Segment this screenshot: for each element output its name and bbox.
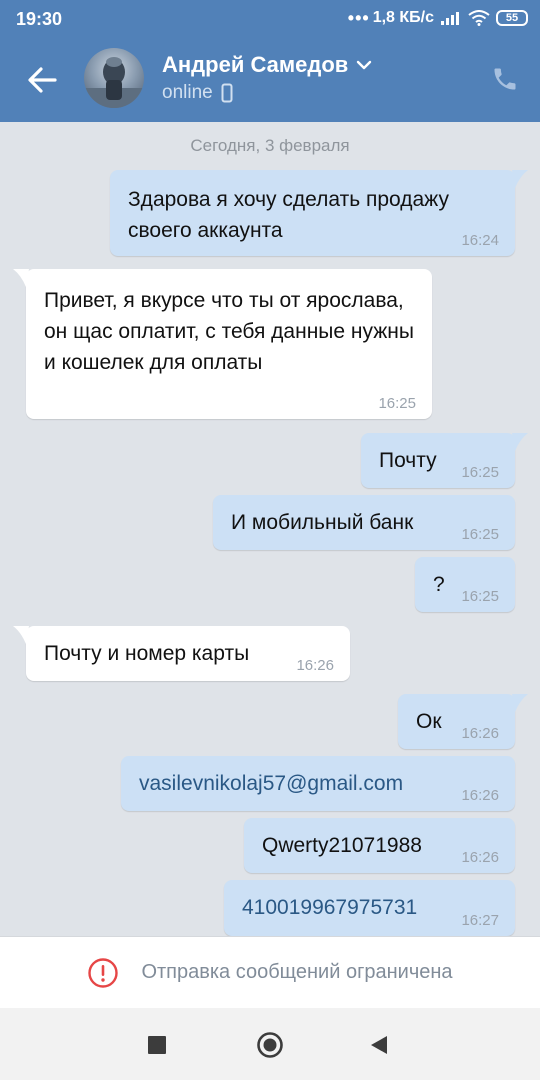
message-outgoing[interactable]: 410019967975731 16:27	[224, 880, 515, 936]
bubble-tail	[512, 170, 528, 188]
message-time: 16:27	[461, 912, 499, 929]
number-link[interactable]: 410019967975731	[242, 896, 417, 919]
system-navigation-bar	[0, 1008, 540, 1080]
dots-icon: •••	[347, 8, 370, 28]
message-text: Здарова я хочу сделать продажу своего ак…	[128, 188, 449, 242]
message-text: И мобильный банк	[231, 511, 414, 534]
triangle-back-icon	[371, 1036, 387, 1054]
status-time: 19:30	[16, 9, 63, 29]
recents-button[interactable]	[148, 1036, 166, 1059]
message-time: 16:25	[461, 588, 499, 605]
message-time: 16:26	[461, 725, 499, 742]
app-header: 19:30 ••• 1,8 КБ/с 55 Андрей Самедов onl…	[0, 0, 540, 122]
message-list[interactable]: Сегодня, 3 февраля Здарова я хочу сделат…	[0, 122, 540, 936]
message-outgoing[interactable]: ? 16:25	[415, 557, 515, 612]
date-separator: Сегодня, 3 февраля	[190, 136, 350, 155]
message-time: 16:26	[296, 657, 334, 674]
message-outgoing[interactable]: Ок 16:26	[398, 694, 528, 749]
status-bar: 19:30 ••• 1,8 КБ/с 55	[0, 0, 540, 36]
message-text: Почту	[379, 449, 437, 472]
message-time: 16:25	[378, 395, 416, 412]
message-incoming[interactable]: Привет, я вкурсе что ты от ярослава, он …	[13, 269, 432, 419]
alert-circle-icon	[88, 957, 119, 988]
message-text: Привет, я вкурсе что ты от ярослава, он …	[44, 289, 414, 374]
call-button[interactable]	[490, 64, 520, 94]
restriction-banner: Отправка сообщений ограничена	[0, 936, 540, 1008]
avatar[interactable]	[84, 48, 144, 108]
phone-icon	[494, 68, 516, 90]
contact-status-text: online	[162, 82, 213, 103]
restriction-text: Отправка сообщений ограничена	[141, 961, 453, 983]
message-outgoing[interactable]: vasilevnikolaj57@gmail.com 16:26	[121, 756, 515, 811]
message-time: 16:24	[461, 232, 499, 249]
message-text: Почту и номер карты	[44, 642, 250, 665]
back-nav-button[interactable]	[370, 1035, 388, 1060]
message-outgoing[interactable]: Здарова я хочу сделать продажу своего ак…	[110, 170, 528, 256]
network-speed-value: 1,8 КБ/с	[372, 9, 434, 26]
message-time: 16:26	[461, 787, 499, 804]
chevron-down-icon	[357, 60, 372, 70]
battery-icon: 55	[496, 10, 528, 26]
bubble-tail	[13, 626, 29, 644]
contact-status: online	[162, 82, 233, 104]
message-time: 16:25	[461, 464, 499, 481]
chat-toolbar: Андрей Самедов online	[0, 36, 540, 122]
message-time: 16:25	[461, 526, 499, 543]
message-outgoing[interactable]: И мобильный банк 16:25	[213, 495, 515, 550]
status-indicators: ••• 1,8 КБ/с 55	[348, 7, 528, 29]
square-icon	[148, 1036, 166, 1054]
message-text: ?	[433, 573, 445, 596]
signal-icon	[441, 12, 459, 25]
arrow-left-icon	[28, 67, 57, 93]
message-outgoing[interactable]: Почту 16:25	[361, 433, 528, 488]
message-incoming[interactable]: Почту и номер карты 16:26	[13, 626, 350, 681]
circle-icon	[257, 1032, 283, 1058]
contact-name: Андрей Самедов	[162, 52, 349, 77]
email-link[interactable]: vasilevnikolaj57@gmail.com	[139, 772, 403, 795]
message-text: Qwerty21071988	[262, 834, 422, 857]
bubble-tail	[512, 694, 528, 712]
home-button[interactable]	[256, 1031, 284, 1064]
avatar-image	[84, 57, 144, 108]
back-button[interactable]	[22, 60, 62, 100]
bubble-tail	[512, 433, 528, 451]
message-text: Ок	[416, 710, 442, 733]
network-speed: ••• 1,8 КБ/с	[348, 9, 434, 27]
message-outgoing[interactable]: Qwerty21071988 16:26	[244, 818, 515, 873]
message-time: 16:26	[461, 849, 499, 866]
wifi-icon	[468, 10, 490, 26]
contact-name-button[interactable]: Андрей Самедов	[162, 52, 372, 78]
bubble-tail	[13, 269, 29, 287]
mobile-icon	[221, 83, 233, 103]
